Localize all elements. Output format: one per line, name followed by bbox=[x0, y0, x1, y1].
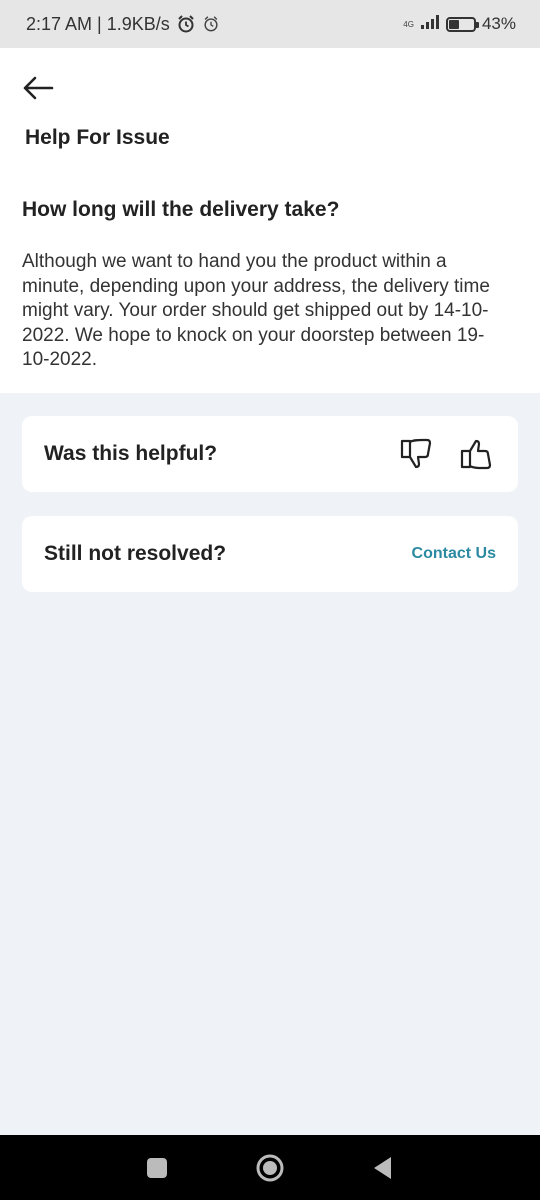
recents-square-icon bbox=[146, 1157, 167, 1178]
thumbs-down-button[interactable] bbox=[398, 435, 436, 473]
alarm-clock-icon bbox=[176, 14, 196, 34]
support-card: Still not resolved? Contact Us bbox=[22, 516, 518, 592]
thumbs-up-icon bbox=[460, 439, 492, 470]
battery-icon bbox=[445, 16, 479, 32]
page-title: Help For Issue bbox=[25, 126, 170, 149]
signal-icon bbox=[420, 14, 440, 34]
network-indicator: 4G bbox=[403, 20, 414, 29]
network-type: 4G bbox=[403, 19, 414, 29]
status-bar: 2:17 AM | 1.9KB/s 4G 43% bbox=[0, 0, 540, 48]
faq-answer: Although we want to hand you the product… bbox=[22, 251, 490, 370]
status-time: 2:17 AM | 1.9KB/s bbox=[26, 13, 170, 34]
thumbs-down-icon bbox=[400, 438, 432, 469]
faq-question: How long will the delivery take? bbox=[22, 198, 340, 221]
battery-percent: 43% bbox=[481, 14, 516, 33]
back-button[interactable] bbox=[20, 70, 56, 106]
feedback-card: Was this helpful? bbox=[22, 416, 518, 492]
contact-us-link[interactable]: Contact Us bbox=[412, 545, 496, 563]
system-nav-bar bbox=[0, 1135, 540, 1200]
system-back-button[interactable] bbox=[363, 1148, 403, 1188]
support-label: Still not resolved? bbox=[44, 542, 227, 565]
help-content-panel: Help For Issue How long will the deliver… bbox=[0, 48, 540, 393]
recents-button[interactable] bbox=[137, 1148, 177, 1188]
back-triangle-icon bbox=[374, 1156, 392, 1179]
thumbs-up-button[interactable] bbox=[458, 435, 496, 473]
home-button[interactable] bbox=[250, 1148, 290, 1188]
feedback-label: Was this helpful? bbox=[44, 442, 218, 465]
alarm-icon bbox=[202, 15, 220, 33]
arrow-left-icon bbox=[23, 76, 54, 100]
home-circle-icon bbox=[256, 1154, 284, 1181]
